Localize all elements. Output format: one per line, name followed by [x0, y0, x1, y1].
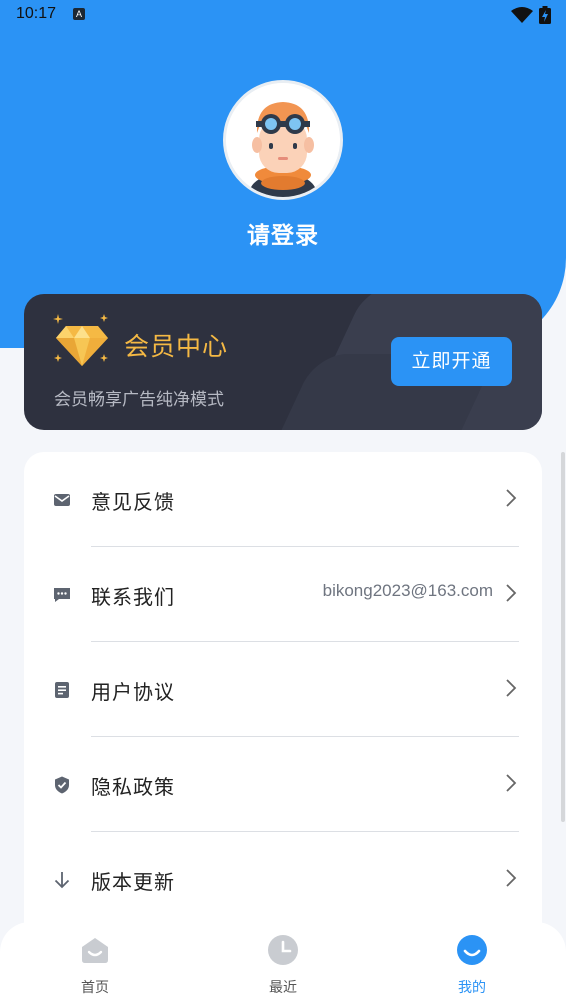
- menu-item-version-update[interactable]: 版本更新: [24, 832, 542, 927]
- menu-item-feedback[interactable]: 意见反馈: [24, 452, 542, 547]
- menu-item-privacy-policy[interactable]: 隐私政策: [24, 737, 542, 832]
- activate-vip-button[interactable]: 立即开通: [391, 337, 512, 386]
- status-time: 10:17: [16, 5, 57, 22]
- menu-item-label: 版本更新: [91, 870, 175, 894]
- status-bar: 10:17 A: [0, 0, 566, 30]
- menu-item-contact[interactable]: 联系我们 bikong2023@163.com: [24, 547, 542, 642]
- bottom-nav: 首页 最近 我的: [0, 922, 566, 1006]
- wifi-icon: [511, 7, 533, 23]
- battery-charging-icon: [539, 6, 551, 24]
- diamond-icon: [53, 314, 108, 366]
- nav-recent[interactable]: 最近: [233, 934, 333, 1004]
- avatar[interactable]: [223, 80, 343, 200]
- a-badge-icon: A: [73, 8, 85, 20]
- nav-home[interactable]: 首页: [45, 934, 145, 1004]
- menu-item-label: 用户协议: [91, 680, 175, 704]
- menu-item-label: 隐私政策: [91, 775, 175, 799]
- arrow-down-icon: [54, 872, 70, 889]
- nav-mine[interactable]: 我的: [422, 934, 522, 1004]
- avatar-icon: [226, 83, 340, 197]
- nav-label: 首页: [81, 980, 109, 996]
- scrollbar[interactable]: [561, 452, 565, 822]
- menu-item-user-agreement[interactable]: 用户协议: [24, 642, 542, 737]
- chevron-right-icon: [506, 679, 517, 697]
- vip-subtitle: 会员畅享广告纯净模式: [54, 390, 224, 410]
- contact-email: bikong2023@163.com: [322, 581, 493, 600]
- nav-label: 我的: [458, 980, 486, 996]
- chevron-right-icon: [506, 489, 517, 507]
- shield-icon: [55, 776, 69, 794]
- clock-icon: [268, 935, 298, 965]
- document-icon: [55, 682, 69, 698]
- mail-icon: [54, 494, 70, 506]
- vip-title: 会员中心: [124, 332, 229, 361]
- home-icon: [82, 938, 108, 963]
- chevron-right-icon: [506, 584, 517, 602]
- menu-item-label: 意见反馈: [91, 490, 175, 514]
- profile-smile-icon: [457, 935, 487, 965]
- chat-icon: [54, 588, 70, 602]
- chevron-right-icon: [506, 774, 517, 792]
- settings-menu: 意见反馈 联系我们 bikong2023@163.com 用户协议 隐私政策 版…: [24, 452, 542, 952]
- login-prompt[interactable]: 请登录: [0, 216, 566, 250]
- menu-item-label: 联系我们: [91, 585, 175, 609]
- nav-label: 最近: [269, 980, 297, 996]
- vip-card[interactable]: 会员中心 会员畅享广告纯净模式 立即开通: [24, 294, 542, 430]
- chevron-right-icon: [506, 869, 517, 887]
